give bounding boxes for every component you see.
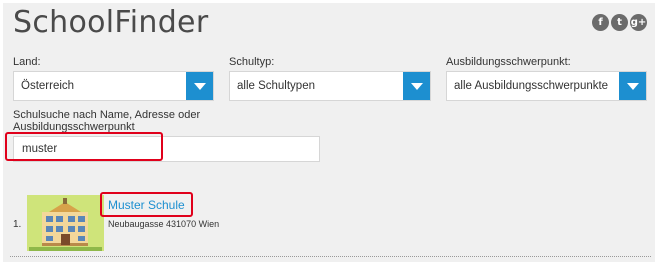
result-highlight (100, 192, 193, 217)
schoolfinder-panel: SchoolFinder f t g+ Land: Österreich Sch… (3, 3, 655, 262)
land-label: Land: (13, 56, 41, 68)
search-highlight (5, 132, 163, 161)
social-share-bar: f t g+ (592, 14, 647, 31)
schwerpunkt-label: Ausbildungsschwerpunkt: (446, 56, 571, 68)
land-select-value: Österreich (21, 80, 75, 92)
facebook-icon[interactable]: f (592, 14, 609, 31)
school-building-icon (27, 195, 104, 251)
schultyp-label: Schultyp: (229, 56, 275, 68)
chevron-down-icon[interactable] (403, 72, 430, 100)
chevron-down-icon[interactable] (619, 72, 646, 100)
twitter-icon[interactable]: t (611, 14, 628, 31)
search-label: Schulsuche nach Name, Adresse oder Ausbi… (13, 109, 201, 133)
google-plus-icon[interactable]: g+ (630, 14, 647, 31)
schwerpunkt-select-value: alle Ausbildungsschwerpunkte (454, 80, 609, 92)
schultyp-select-value: alle Schultypen (237, 80, 315, 92)
school-address: Neubaugasse 431070 Wien (108, 219, 220, 229)
school-thumbnail[interactable] (27, 195, 104, 251)
result-index: 1. (13, 219, 22, 230)
chevron-down-icon[interactable] (186, 72, 213, 100)
result-divider (10, 256, 651, 257)
schwerpunkt-select[interactable]: alle Ausbildungsschwerpunkte (446, 71, 647, 101)
schultyp-select[interactable]: alle Schultypen (229, 71, 431, 101)
land-select[interactable]: Österreich (13, 71, 214, 101)
app-title: SchoolFinder (13, 5, 209, 40)
